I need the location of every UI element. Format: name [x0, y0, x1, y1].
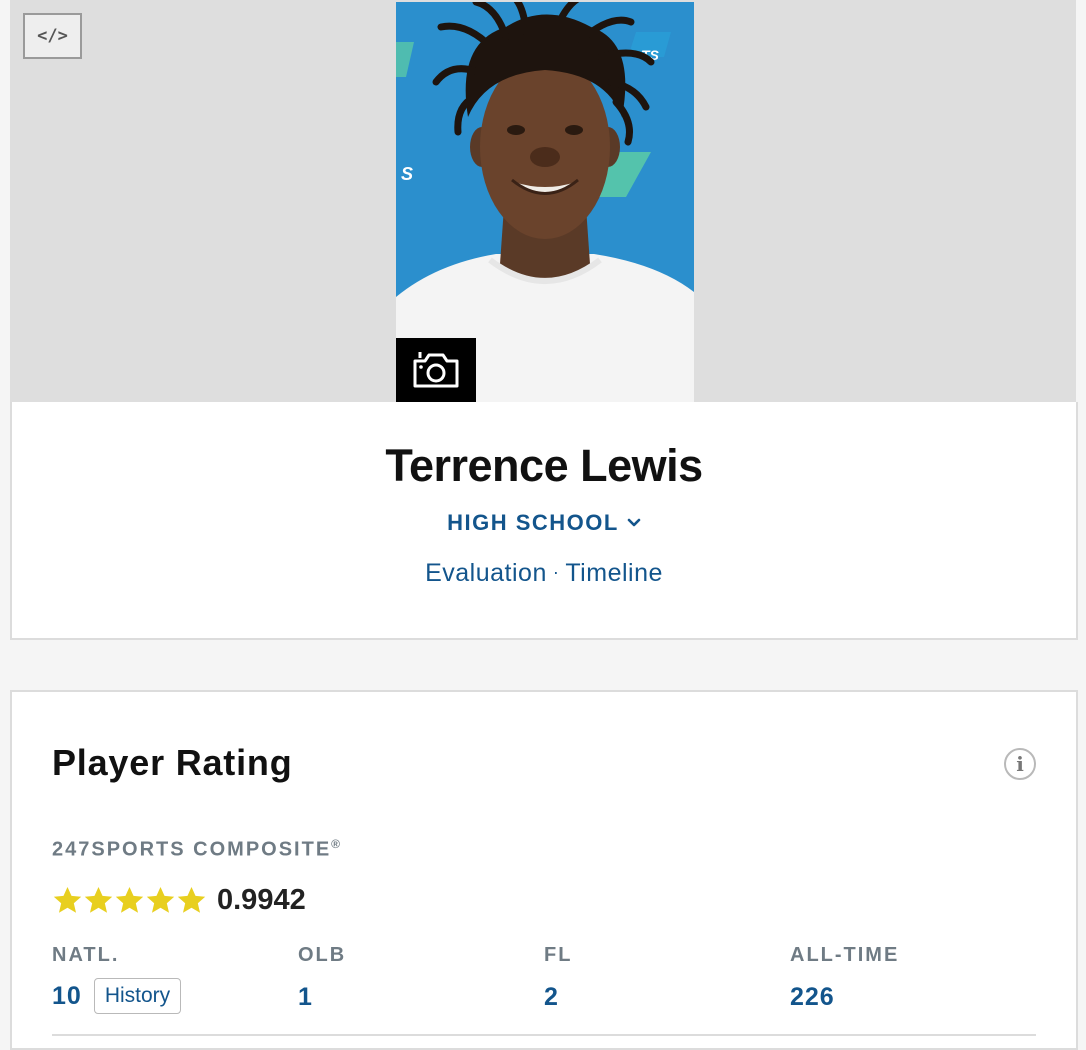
camera-icon	[413, 352, 459, 388]
composite-label: 247SPORTS COMPOSITE®	[52, 837, 340, 862]
level-dropdown[interactable]: HIGH SCHOOL	[12, 510, 1076, 536]
rank-position: OLB 1	[298, 944, 346, 1012]
embed-button[interactable]: </>	[23, 13, 82, 59]
hero-banner: </> S TS	[10, 0, 1076, 402]
level-dropdown-label: HIGH SCHOOL	[447, 510, 619, 535]
info-icon[interactable]: i	[1004, 748, 1036, 780]
timeline-link[interactable]: Timeline	[565, 559, 663, 587]
divider	[52, 1034, 1036, 1036]
history-button[interactable]: History	[93, 978, 182, 1014]
player-rating-card: Player Rating i 247SPORTS COMPOSITE® 0.9…	[10, 690, 1078, 1050]
composite-rating: 0.9942	[52, 884, 306, 917]
rank-label: FL	[544, 944, 573, 966]
link-separator: ·	[552, 562, 560, 582]
profile-links: Evaluation · Timeline	[12, 559, 1076, 588]
section-title: Player Rating	[52, 742, 293, 783]
player-name: Terrence Lewis	[385, 440, 703, 491]
registered-mark: ®	[331, 837, 341, 851]
rank-value[interactable]: 1	[298, 983, 346, 1012]
star-icon	[115, 886, 144, 913]
rank-all-time: ALL-TIME 226	[790, 944, 899, 1012]
composite-label-text: 247SPORTS COMPOSITE	[52, 838, 332, 861]
photo-gallery-button[interactable]	[396, 338, 476, 402]
svg-text:S: S	[401, 164, 413, 184]
composite-score: 0.9942	[217, 884, 306, 916]
star-icon	[84, 886, 113, 913]
rank-value[interactable]: 2	[544, 983, 572, 1012]
info-icon-glyph: i	[1016, 752, 1024, 776]
rank-national: NATL. 10 History	[52, 944, 182, 1014]
rank-state: FL 2	[544, 944, 572, 1012]
star-icon	[53, 886, 82, 913]
star-rating	[52, 885, 207, 916]
evaluation-link[interactable]: Evaluation	[425, 559, 547, 587]
star-icon	[177, 886, 206, 913]
rank-label: NATL.	[52, 944, 120, 966]
star-icon	[146, 886, 175, 913]
rank-label: ALL-TIME	[790, 944, 900, 966]
rank-value[interactable]: 10	[52, 982, 82, 1011]
chevron-down-icon	[627, 518, 641, 527]
code-icon: </>	[37, 26, 68, 46]
rank-label: OLB	[298, 944, 347, 966]
rank-value[interactable]: 226	[790, 983, 899, 1012]
player-profile-card: Terrence Lewis HIGH SCHOOL Evaluation · Ti…	[10, 402, 1078, 640]
